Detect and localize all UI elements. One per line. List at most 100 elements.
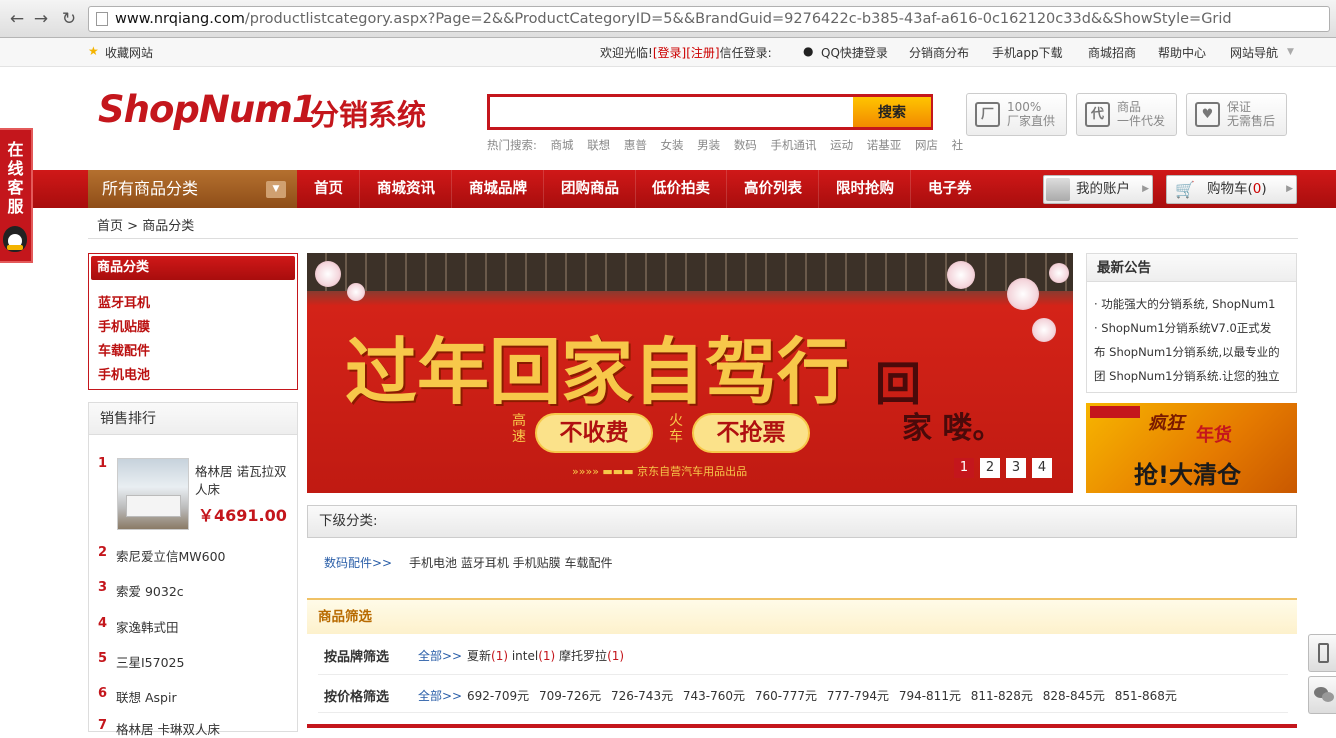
breadcrumb-current: 商品分类	[142, 219, 195, 234]
hot-term[interactable]: 诺基亚	[867, 138, 902, 152]
sales-ranking-box	[88, 402, 298, 732]
back-icon[interactable]: ←	[6, 8, 28, 30]
brand-option[interactable]: 夏新(1)	[467, 649, 508, 663]
rank-item[interactable]: 家逸韩式田	[116, 617, 179, 636]
price-option[interactable]: 760-777元	[755, 689, 817, 703]
topbar-link-help[interactable]: 帮助中心	[1158, 44, 1206, 61]
category-box-title: 商品分类	[91, 256, 295, 280]
rank-item[interactable]: 三星I57025	[116, 652, 184, 671]
mobile-icon[interactable]	[1308, 634, 1336, 672]
hot-term[interactable]: 女装	[661, 138, 684, 152]
qq-icon: ●	[803, 44, 814, 58]
qq-penguin-icon[interactable]	[3, 226, 27, 252]
brand-filter-values: 夏新(1) intel(1) 摩托罗拉(1)	[467, 647, 624, 664]
nav-home[interactable]: 首页	[298, 170, 360, 208]
hot-term[interactable]: 惠普	[624, 138, 647, 152]
subcategory-items[interactable]: 手机电池 蓝牙耳机 手机贴膜 车载配件	[409, 554, 612, 571]
my-account-button[interactable]: 我的账户 ▶	[1043, 175, 1153, 204]
price-option[interactable]: 692-709元	[467, 689, 529, 703]
brand-option[interactable]: 摩托罗拉(1)	[559, 649, 624, 663]
blossom-decoration	[1049, 263, 1069, 283]
price-option[interactable]: 851-868元	[1115, 689, 1177, 703]
hot-term[interactable]: 联想	[587, 138, 610, 152]
register-link[interactable]: [注册]	[686, 46, 719, 60]
price-option[interactable]: 709-726元	[539, 689, 601, 703]
side-ad-banner[interactable]: 疯狂 年货 抢!大清仓	[1086, 403, 1297, 493]
rank-number: 2	[98, 545, 108, 560]
category-item[interactable]: 手机贴膜	[98, 316, 150, 335]
category-item[interactable]: 蓝牙耳机	[98, 292, 150, 311]
product-name[interactable]: 格林居 诺瓦拉双人床	[195, 463, 290, 499]
rank-item[interactable]: 联想 Aspir	[116, 687, 177, 706]
rank-item[interactable]: 索尼爱立信MW600	[116, 546, 226, 565]
nav-auction[interactable]: 低价拍卖	[636, 170, 727, 208]
site-logo[interactable]: ShopNum1	[98, 88, 317, 131]
hot-term[interactable]: 手机通讯	[770, 138, 816, 152]
topbar-link-distributors[interactable]: 分销商分布	[909, 44, 969, 61]
factory-icon: 厂	[975, 102, 1000, 127]
notice-line[interactable]: 布 ShopNum1分销系统,以最专业的	[1094, 344, 1280, 360]
notice-line[interactable]: · 功能强大的分销系统, ShopNum1	[1094, 296, 1275, 312]
hot-term[interactable]: 网店	[915, 138, 938, 152]
notice-line[interactable]: · ShopNum1分销系统V7.0正式发	[1094, 320, 1271, 336]
product-image[interactable]	[117, 458, 189, 530]
banner-page-1[interactable]: 1	[954, 458, 974, 478]
chevron-down-icon[interactable]: ▼	[266, 181, 286, 198]
price-option[interactable]: 794-811元	[899, 689, 961, 703]
cart-button[interactable]: 🛒 购物车(0) ▶	[1166, 175, 1297, 204]
brand-filter-all[interactable]: 全部>>	[418, 647, 462, 664]
promo-banner[interactable]: 过年回家自驾行 高速 不收费 火车 不抢票 回 家 喽。 »»»» ▬▬▬ 京东…	[307, 253, 1073, 493]
rank-item[interactable]: 格林居 卡琳双人床	[116, 719, 220, 738]
nav-news[interactable]: 商城资讯	[361, 170, 452, 208]
banner-side-text: 家 喽。	[902, 411, 1003, 446]
nav-flash-sale[interactable]: 限时抢购	[820, 170, 911, 208]
bed-shape	[126, 495, 181, 517]
rank-number: 7	[98, 718, 108, 733]
nav-high-price[interactable]: 高价列表	[728, 170, 819, 208]
price-option[interactable]: 743-760元	[683, 689, 745, 703]
topbar-link-merchants[interactable]: 商城招商	[1088, 44, 1136, 61]
hot-term[interactable]: 社	[952, 138, 964, 152]
nav-group-buy[interactable]: 团购商品	[545, 170, 636, 208]
forward-icon[interactable]: →	[30, 8, 52, 30]
chevron-down-icon: ▼	[1287, 47, 1294, 57]
rank-number: 1	[98, 456, 108, 471]
hot-term[interactable]: 运动	[830, 138, 853, 152]
subcategory-link[interactable]: 数码配件>>	[324, 554, 392, 571]
favorite-link[interactable]: 收藏网站	[105, 44, 153, 61]
banner-page-4[interactable]: 4	[1032, 458, 1052, 478]
divider	[88, 238, 1298, 239]
qq-login-link[interactable]: QQ快捷登录	[821, 44, 888, 61]
topbar-link-sitemap[interactable]: 网站导航	[1230, 44, 1278, 61]
category-item[interactable]: 手机电池	[98, 364, 150, 383]
brand-filter-label: 按品牌筛选	[324, 650, 390, 665]
breadcrumb-home[interactable]: 首页	[97, 219, 123, 234]
blossom-decoration	[1032, 318, 1056, 342]
price-filter-all[interactable]: 全部>>	[418, 687, 462, 704]
price-option[interactable]: 777-794元	[827, 689, 889, 703]
price-option[interactable]: 726-743元	[611, 689, 673, 703]
price-option[interactable]: 811-828元	[971, 689, 1033, 703]
login-link[interactable]: [登录]	[653, 46, 686, 60]
brand-option[interactable]: intel(1)	[512, 649, 555, 663]
hot-term[interactable]: 男装	[697, 138, 720, 152]
reload-icon[interactable]: ↻	[58, 8, 80, 30]
notice-line[interactable]: 团 ShopNum1分销系统.让您的独立	[1094, 368, 1280, 384]
banner-pill: 不收费	[535, 413, 653, 453]
banner-page-2[interactable]: 2	[980, 458, 1000, 478]
wechat-icon[interactable]	[1308, 676, 1336, 714]
nav-brands[interactable]: 商城品牌	[453, 170, 544, 208]
hot-term[interactable]: 数码	[734, 138, 757, 152]
nav-coupons[interactable]: 电子券	[912, 170, 988, 208]
address-bar[interactable]: www.nrqiang.com/productlistcategory.aspx…	[88, 6, 1330, 32]
hot-term[interactable]: 商城	[551, 138, 574, 152]
rank-item[interactable]: 索爱 9032c	[116, 581, 184, 600]
category-item[interactable]: 车载配件	[98, 340, 150, 359]
price-option[interactable]: 828-845元	[1043, 689, 1105, 703]
topbar-link-app[interactable]: 手机app下载	[992, 44, 1063, 61]
cart-icon: 🛒	[1175, 180, 1195, 199]
dropship-icon: 代	[1085, 102, 1110, 127]
search-button[interactable]: 搜索	[853, 97, 931, 127]
heart-icon: ♥	[1195, 102, 1220, 127]
banner-page-3[interactable]: 3	[1006, 458, 1026, 478]
